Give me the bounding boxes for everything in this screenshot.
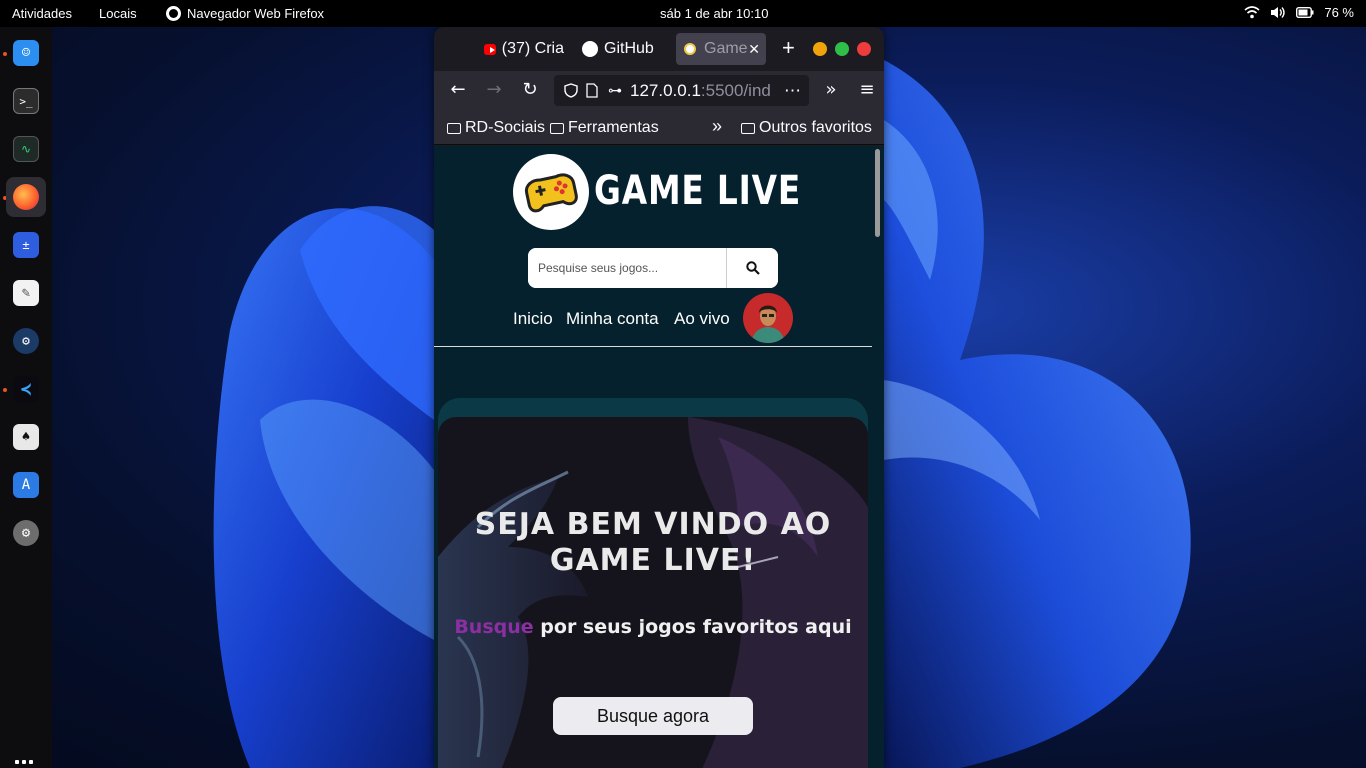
- search-box: [528, 248, 778, 288]
- firefox-window: (37) Cria GitHub Game ✕ + ← → ↻ ⊶ 127.0.…: [434, 27, 884, 768]
- minimize-button[interactable]: [813, 42, 827, 56]
- permissions-icon[interactable]: ⊶: [608, 82, 622, 99]
- hamburger-menu-icon[interactable]: ≡: [855, 79, 879, 100]
- text-editor-icon[interactable]: ✎: [6, 273, 46, 313]
- search-icon: [745, 261, 760, 275]
- page-actions-icon[interactable]: ⋯: [780, 80, 801, 101]
- reload-icon[interactable]: ↻: [518, 79, 542, 100]
- page-icon: [586, 83, 598, 98]
- activities-button[interactable]: Atividades: [12, 6, 72, 21]
- folder-icon: [447, 122, 461, 134]
- app-center-icon[interactable]: A: [6, 465, 46, 505]
- tab-label: (37) Cria: [501, 40, 564, 57]
- system-tray[interactable]: 76 %: [1244, 5, 1354, 20]
- search-now-button[interactable]: Busque agora: [553, 697, 753, 735]
- navigation-toolbar: ← → ↻ ⊶ 127.0.0.1:5500/ind ⋯ » ≡: [434, 71, 884, 111]
- hero-title: SEJA BEM VINDO AO GAME LIVE!: [474, 507, 832, 578]
- tab-label: GitHub: [604, 40, 654, 57]
- bookmarks-overflow-icon[interactable]: »: [712, 116, 722, 137]
- url-host: 127.0.0.1: [630, 80, 701, 100]
- overflow-menu-icon[interactable]: »: [819, 79, 843, 100]
- vscode-icon[interactable]: ≺: [6, 369, 46, 409]
- bookmark-label: RD-Sociais: [465, 119, 546, 136]
- tab-bar: (37) Cria GitHub Game ✕ +: [434, 27, 884, 71]
- calculator-icon[interactable]: ±: [6, 225, 46, 265]
- battery-icon: [1296, 7, 1314, 18]
- other-bookmarks-folder[interactable]: Outros favoritos: [741, 119, 872, 137]
- show-apps-icon[interactable]: [15, 760, 37, 768]
- solitaire-icon[interactable]: ♠: [6, 417, 46, 457]
- places-menu[interactable]: Locais: [99, 6, 137, 21]
- firefox-icon[interactable]: [6, 177, 46, 217]
- nav-link-inicio[interactable]: Inicio: [513, 309, 553, 329]
- steam-icon[interactable]: ⚙: [6, 321, 46, 361]
- dock: ☺ >_ ∿ ± ✎ ⚙ ≺ ♠ A ⚙: [0, 27, 52, 768]
- user-avatar[interactable]: [743, 293, 793, 343]
- url-path: :5500/ind: [700, 80, 771, 100]
- bookmark-folder-ferramentas[interactable]: Ferramentas: [550, 119, 659, 137]
- nav-link-minha-conta[interactable]: Minha conta: [566, 309, 659, 329]
- new-tab-button[interactable]: +: [782, 35, 795, 61]
- firefox-icon: [166, 6, 181, 21]
- clock[interactable]: sáb 1 de abr 10:10: [660, 6, 768, 21]
- web-page: GAME LIVE Inicio Minha conta Ao vivo: [434, 146, 884, 768]
- tab-game-live[interactable]: Game ✕: [676, 33, 766, 65]
- nav-link-ao-vivo[interactable]: Ao vivo: [674, 309, 730, 329]
- search-input[interactable]: [528, 248, 727, 288]
- wifi-icon: [1244, 6, 1260, 19]
- bookmark-folder-rd-sociais[interactable]: RD-Sociais: [447, 119, 545, 137]
- github-icon: [582, 41, 598, 57]
- site-logo[interactable]: [513, 154, 589, 230]
- hero-subtitle-text: por seus jogos favoritos aqui: [533, 616, 852, 638]
- hero-banner: SEJA BEM VINDO AO GAME LIVE! Busque por …: [438, 417, 868, 768]
- hero-subtitle: Busque por seus jogos favoritos aqui: [438, 615, 868, 639]
- header-divider: [434, 346, 872, 347]
- folder-icon: [741, 122, 755, 134]
- back-icon[interactable]: ←: [446, 79, 470, 100]
- gamepad-icon: [524, 173, 578, 213]
- tab-github[interactable]: GitHub: [582, 33, 662, 65]
- url-bar[interactable]: ⊶ 127.0.0.1:5500/ind ⋯: [554, 75, 809, 106]
- terminal-icon[interactable]: >_: [6, 81, 46, 121]
- tab-label: Game: [704, 40, 748, 57]
- hero-accent-word: Busque: [454, 616, 534, 638]
- forward-icon[interactable]: →: [482, 79, 506, 100]
- avatar-image: [751, 305, 785, 343]
- folder-icon: [550, 122, 564, 134]
- volume-icon: [1271, 7, 1286, 18]
- app-menu-label: Navegador Web Firefox: [187, 6, 325, 21]
- shield-icon[interactable]: [564, 83, 578, 98]
- bookmark-label: Ferramentas: [568, 119, 659, 136]
- maximize-button[interactable]: [835, 42, 849, 56]
- tab-youtube[interactable]: (37) Cria: [484, 33, 564, 65]
- bookmark-label: Outros favoritos: [759, 119, 872, 136]
- battery-percent: 76 %: [1324, 5, 1354, 20]
- bookmarks-toolbar: RD-Sociais Ferramentas » Outros favorito…: [434, 111, 884, 145]
- close-window-button[interactable]: [857, 42, 871, 56]
- scrollbar[interactable]: [875, 149, 880, 237]
- settings-icon[interactable]: ⚙: [6, 513, 46, 553]
- game-live-icon: [684, 43, 696, 55]
- youtube-icon: [484, 43, 496, 55]
- system-monitor-icon[interactable]: ∿: [6, 129, 46, 169]
- site-logo-text: GAME LIVE: [594, 168, 802, 214]
- close-tab-icon[interactable]: ✕: [748, 41, 760, 58]
- app-menu[interactable]: Navegador Web Firefox: [166, 6, 324, 21]
- top-bar: Atividades Locais Navegador Web Firefox …: [0, 0, 1366, 27]
- search-button[interactable]: [727, 248, 778, 288]
- files-icon[interactable]: ☺: [6, 33, 46, 73]
